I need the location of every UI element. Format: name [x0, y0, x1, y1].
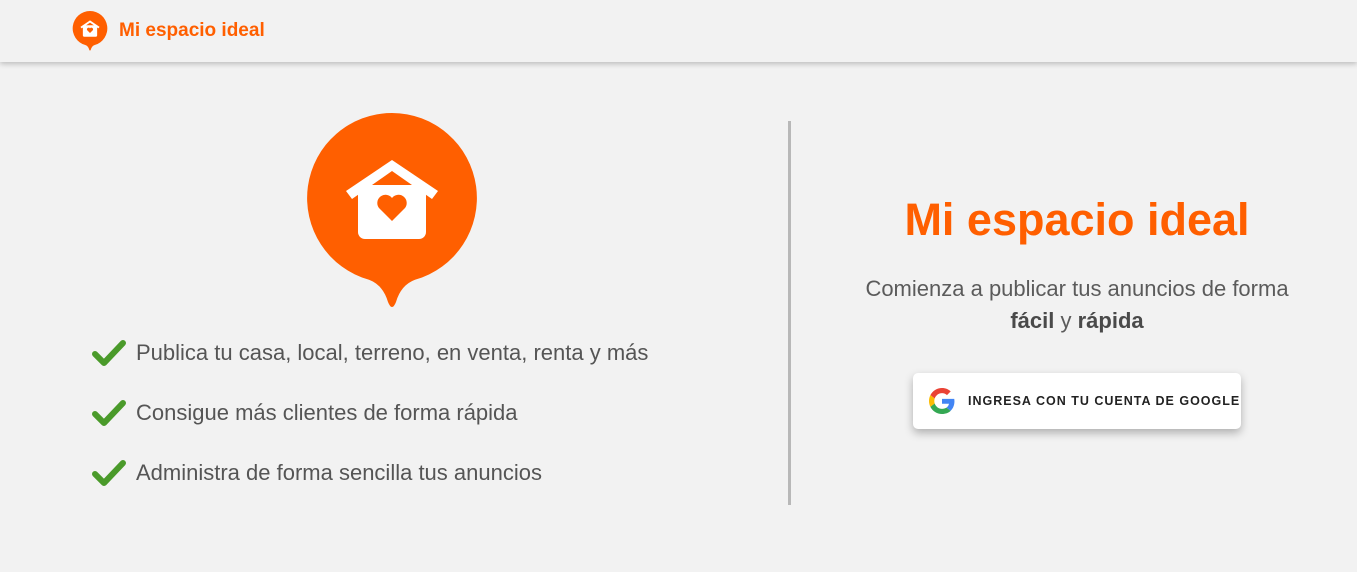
google-sign-in-label: INGRESA CON TU CUENTA DE GOOGLE — [968, 394, 1241, 408]
feature-item: Consigue más clientes de forma rápida — [92, 396, 648, 430]
check-icon — [92, 460, 126, 486]
feature-item: Administra de forma sencilla tus anuncio… — [92, 456, 648, 490]
house-heart-pin-icon — [307, 113, 477, 307]
google-g-icon — [929, 388, 955, 414]
feature-item: Publica tu casa, local, terreno, en vent… — [92, 336, 648, 370]
feature-list: Publica tu casa, local, terreno, en vent… — [92, 336, 648, 516]
house-heart-pin-icon — [72, 11, 108, 51]
subtitle-text: Comienza a publicar tus anuncios de form… — [865, 276, 1289, 301]
subtitle-emphasis-fast: rápida — [1077, 308, 1144, 333]
brand-home-link[interactable]: Mi espacio ideal — [72, 11, 265, 51]
feature-text: Administra de forma sencilla tus anuncio… — [136, 460, 542, 485]
brand-name: Mi espacio ideal — [119, 20, 265, 41]
check-icon — [92, 400, 126, 426]
top-header: Mi espacio ideal — [0, 0, 1357, 62]
feature-text: Publica tu casa, local, terreno, en vent… — [136, 340, 649, 365]
column-divider — [788, 121, 791, 505]
check-icon — [92, 340, 126, 366]
google-sign-in-button[interactable]: INGRESA CON TU CUENTA DE GOOGLE — [913, 373, 1241, 429]
subtitle-emphasis-easy: fácil — [1010, 308, 1055, 333]
login-title: Mi espacio ideal — [904, 194, 1250, 245]
login-subtitle: Comienza a publicar tus anuncios de form… — [852, 273, 1302, 337]
login-panel: Mi espacio ideal Comienza a publicar tus… — [852, 185, 1302, 337]
feature-text: Consigue más clientes de forma rápida — [136, 400, 518, 425]
subtitle-text: y — [1054, 308, 1078, 333]
